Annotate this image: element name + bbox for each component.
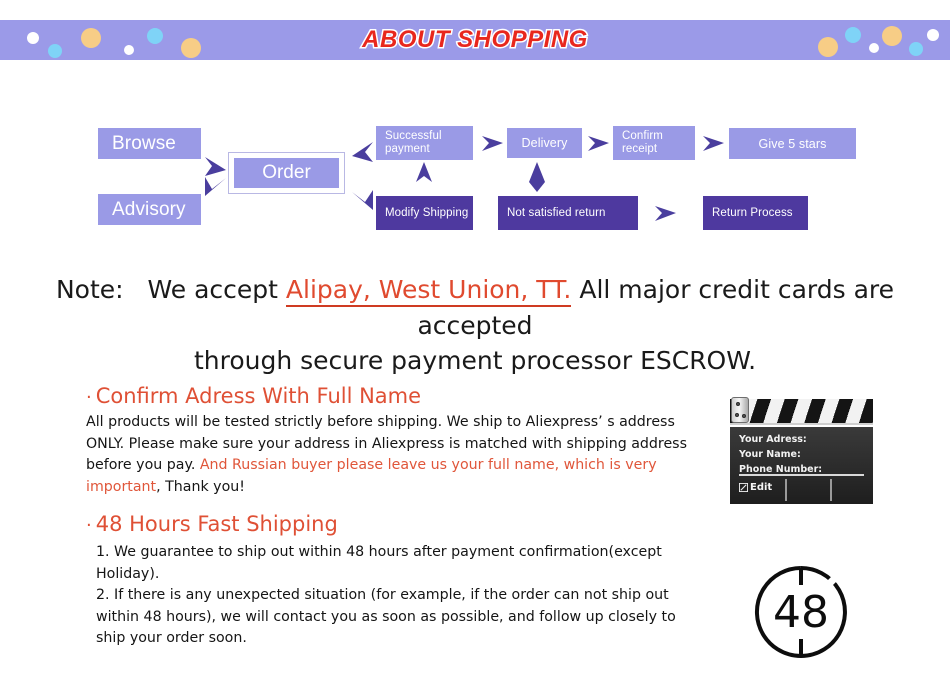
arrow-browse-to-order (205, 157, 226, 176)
arrow-delivery-to-confirm (588, 136, 609, 151)
hinge-hole-icon (742, 414, 746, 418)
clapper-your-name-label: Your Name: (739, 449, 801, 460)
arrow-order-to-successful (352, 142, 373, 162)
payment-note: Note: We accept Alipay, West Union, TT. … (0, 272, 950, 379)
badge-value: 48 (773, 586, 829, 638)
clapperboard-column-divider (830, 479, 832, 501)
clapperboard-illustration: Your Adress: Your Name: Phone Number: Ed… (730, 397, 873, 504)
clapperboard-hinge-icon (731, 397, 749, 423)
section-2-item-2: 2. If there is any unexpected situation … (96, 587, 676, 647)
header-banner: ABOUT SHOPPING (0, 20, 950, 60)
page-root: ABOUT SHOPPING Browse Advisory Order Succes… (0, 0, 950, 697)
arrow-confirm-to-stars (703, 136, 724, 151)
clapperboard-slate: Your Adress: Your Name: Phone Number: Ed… (730, 427, 873, 504)
48-hours-badge: 48 (752, 563, 850, 661)
flowchart-arrows (205, 136, 724, 221)
edit-pencil-icon (739, 483, 748, 492)
section-2-heading-row: · 48 Hours Fast Shipping (86, 512, 686, 536)
hinge-hole-icon (735, 413, 739, 417)
clapperboard-divider (739, 474, 864, 476)
note-line-1: Note: We accept Alipay, West Union, TT. … (0, 272, 950, 343)
hinge-hole-icon (736, 402, 740, 406)
arrow-notsatisfied-to-return (655, 206, 676, 221)
section-fast-shipping: · 48 Hours Fast Shipping 1. We guarantee… (86, 512, 686, 650)
bullet-icon: · (86, 387, 92, 408)
arrow-delivery-to-notsatisfied (529, 162, 545, 192)
arrow-advisory-to-order (205, 177, 226, 196)
arrow-order-to-modify (352, 190, 373, 210)
clapper-your-address-label: Your Adress: (739, 434, 807, 445)
section-1-body: All products will be tested strictly bef… (86, 412, 716, 498)
section-confirm-address: · Confirm Adress With Full Name All prod… (86, 384, 716, 498)
bullet-icon: · (86, 515, 92, 536)
section-2-heading: 48 Hours Fast Shipping (95, 512, 338, 536)
arrow-successful-to-delivery (482, 136, 503, 151)
page-title: ABOUT SHOPPING (361, 25, 589, 55)
section-2-item-1: 1. We guarantee to ship out within 48 ho… (96, 544, 662, 582)
edit-button-label: Edit (750, 482, 773, 493)
arrow-modify-to-successful (416, 162, 432, 182)
shopping-process-flowchart: Browse Advisory Order Successful payment Mod… (0, 100, 950, 240)
section-1-heading: Confirm Adress With Full Name (95, 384, 422, 408)
note-lead: We accept (147, 275, 278, 304)
note-prefix: Note: (55, 275, 124, 304)
section-1-body-part-2: , Thank you! (156, 478, 245, 495)
clapperboard-column-divider (785, 479, 787, 501)
section-1-heading-row: · Confirm Adress With Full Name (86, 384, 716, 408)
note-line-2: through secure payment processor ESCROW. (193, 346, 757, 375)
note-payment-methods: Alipay, West Union, TT. (285, 275, 572, 307)
edit-button[interactable]: Edit (739, 482, 772, 493)
clapperboard-stripes (730, 397, 873, 425)
section-2-body: 1. We guarantee to ship out within 48 ho… (96, 542, 686, 650)
